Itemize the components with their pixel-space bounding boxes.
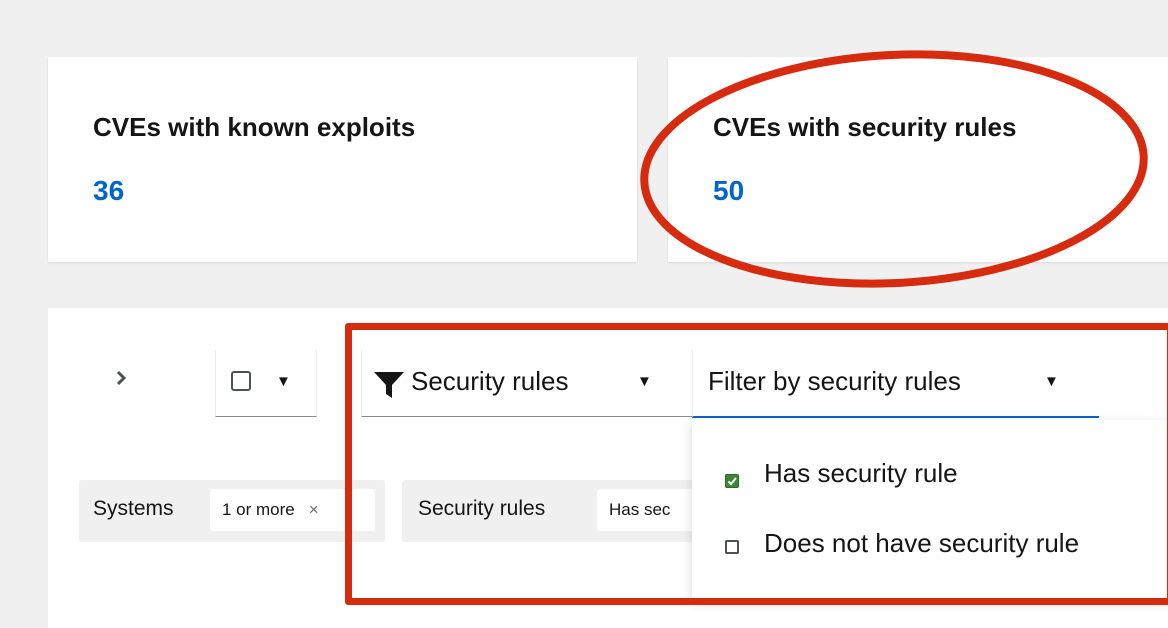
known-exploits-title: CVEs with known exploits [93,112,416,142]
attribute-filter-label: Security rules [411,366,569,396]
chevron-down-icon[interactable]: ▼ [276,373,291,390]
security-rules-count-link[interactable]: 50 [713,175,744,207]
security-rules-card [668,57,1168,262]
filter-chip: Has sec [597,489,697,531]
security-rules-menu [692,420,1168,600]
chevron-down-icon[interactable]: ▼ [1044,373,1059,390]
known-exploits-count-link[interactable]: 36 [93,175,124,207]
has-security-rule-checkbox[interactable] [725,474,739,488]
filter-chip-label: 1 or more [222,500,295,519]
no-security-rule-checkbox[interactable] [725,540,739,554]
chip-group-label: Security rules [418,497,546,520]
menu-item-has-security-rule[interactable]: Has security rule [764,458,958,489]
known-exploits-card [48,57,637,262]
menu-item-no-security-rule[interactable]: Does not have security rule [764,528,1079,559]
chevron-right-icon[interactable] [115,367,129,395]
security-rules-title: CVEs with security rules [713,112,1017,142]
bulk-select-checkbox[interactable] [231,371,251,391]
value-filter-placeholder: Filter by security rules [708,366,961,396]
close-icon[interactable]: × [309,500,319,519]
filter-chip-label: Has sec [609,500,671,519]
filter-icon [373,371,405,404]
filter-chip: 1 or more × [210,489,375,531]
chip-group-label: Systems [93,497,174,520]
chevron-down-icon[interactable]: ▼ [637,373,652,390]
